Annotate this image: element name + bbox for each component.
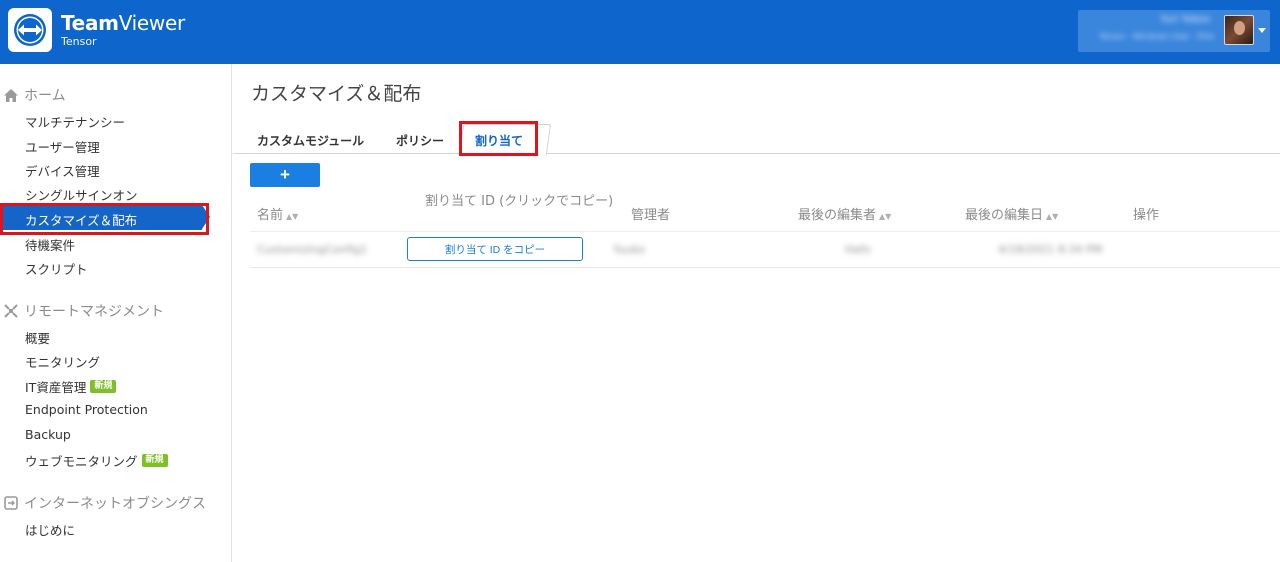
sidebar-item-multitenancy[interactable]: マルチテナンシー	[25, 112, 125, 131]
sidebar: ホーム マルチテナンシー ユーザー管理 デバイス管理 シングルサインオン カスタ…	[0, 64, 232, 562]
sidebar-item-device-management[interactable]: デバイス管理	[25, 161, 100, 180]
chevron-down-icon[interactable]	[1258, 28, 1266, 33]
product-name: Tensor	[61, 35, 97, 48]
iot-icon	[4, 496, 18, 510]
top-bar: TeamViewer Tensor Yuri Yokoo Tensor - Wi…	[0, 0, 1280, 64]
column-header-admin: 管理者	[631, 208, 671, 223]
sidebar-item-web-monitoring-label: ウェブモニタリング	[25, 454, 138, 469]
sidebar-item-endpoint-protection[interactable]: Endpoint Protection	[25, 402, 148, 417]
home-icon	[4, 88, 18, 102]
sidebar-item-overview[interactable]: 概要	[25, 328, 50, 347]
main-content: カスタマイズ＆配布 カスタムモジュール ポリシー 割り当て + 名前 ▲▼ 割り当…	[233, 64, 1280, 562]
column-header-actions: 操作	[1133, 208, 1160, 223]
user-menu[interactable]: Yuri Yokoo Tensor - Windows User - Pink	[1078, 10, 1270, 52]
sidebar-item-web-monitoring[interactable]: ウェブモニタリング 新規	[25, 451, 168, 470]
sidebar-item-monitoring[interactable]: モニタリング	[25, 352, 100, 371]
user-name: Yuri Yokoo	[1160, 14, 1210, 25]
new-badge: 新規	[141, 454, 168, 467]
user-org: Tensor - Windows User - Pink	[1099, 32, 1214, 41]
sidebar-item-getting-started[interactable]: はじめに	[25, 520, 75, 539]
sort-icon: ▲▼	[1046, 212, 1059, 221]
sidebar-item-asset-management-label: IT資産管理	[25, 380, 87, 395]
sidebar-section-remote-management[interactable]: リモートマネジメント	[4, 301, 164, 321]
sort-icon: ▲▼	[286, 212, 299, 221]
highlight-box-tab	[459, 121, 538, 156]
sidebar-section-home[interactable]: ホーム	[4, 85, 66, 105]
tab-bar: カスタムモジュール ポリシー 割り当て	[233, 121, 1280, 156]
cell-name: CustomizingConfig1	[257, 243, 368, 256]
new-badge: 新規	[90, 380, 117, 393]
sidebar-item-pending[interactable]: 待機案件	[25, 235, 75, 254]
teamviewer-logo-icon	[8, 8, 52, 52]
sidebar-section-iot[interactable]: インターネットオブシングス	[4, 493, 206, 513]
remote-management-icon	[4, 304, 18, 318]
column-header-last-editor-label: 最後の編集者	[798, 208, 877, 223]
table-divider	[250, 267, 1280, 268]
tab-policies[interactable]: ポリシー	[396, 132, 444, 149]
sidebar-section-remote-management-label: リモートマネジメント	[24, 304, 164, 320]
sidebar-item-asset-management[interactable]: IT資産管理 新規	[25, 377, 117, 396]
table-divider	[250, 231, 1280, 232]
brand-name: TeamViewer	[61, 13, 185, 33]
add-button[interactable]: +	[250, 163, 320, 187]
sort-icon: ▲▼	[879, 212, 892, 221]
column-header-name[interactable]: 名前 ▲▼	[257, 204, 298, 223]
column-header-last-editor[interactable]: 最後の編集者 ▲▼	[798, 204, 891, 223]
cell-admin: Yuuko	[613, 243, 646, 256]
column-header-assignment-id: 割り当て ID (クリックでコピー)	[425, 194, 614, 209]
avatar[interactable]	[1224, 15, 1254, 45]
sidebar-item-user-management[interactable]: ユーザー管理	[25, 137, 100, 156]
column-header-last-edited-label: 最後の編集日	[965, 208, 1044, 223]
cell-last-edited: 4/18/2021 8:34 PM	[998, 243, 1103, 256]
column-header-name-label: 名前	[257, 208, 284, 223]
brand-name-bold: Team	[61, 11, 119, 35]
sidebar-section-home-label: ホーム	[24, 88, 66, 104]
cell-last-editor: Hafo	[845, 243, 871, 256]
teamviewer-logo[interactable]: TeamViewer Tensor	[8, 8, 185, 52]
tab-custom-modules[interactable]: カスタムモジュール	[257, 132, 364, 149]
column-header-last-edited[interactable]: 最後の編集日 ▲▼	[965, 204, 1058, 223]
copy-assignment-id-button[interactable]: 割り当て ID をコピー	[407, 237, 583, 261]
brand-name-rest: Viewer	[118, 11, 186, 35]
highlight-box-sidebar	[0, 203, 209, 235]
sidebar-item-backup[interactable]: Backup	[25, 427, 71, 442]
page-title: カスタマイズ＆配布	[251, 83, 422, 105]
sidebar-item-scripts[interactable]: スクリプト	[25, 259, 88, 278]
sidebar-item-single-sign-on[interactable]: シングルサインオン	[25, 185, 138, 204]
sidebar-section-iot-label: インターネットオブシングス	[24, 496, 206, 512]
